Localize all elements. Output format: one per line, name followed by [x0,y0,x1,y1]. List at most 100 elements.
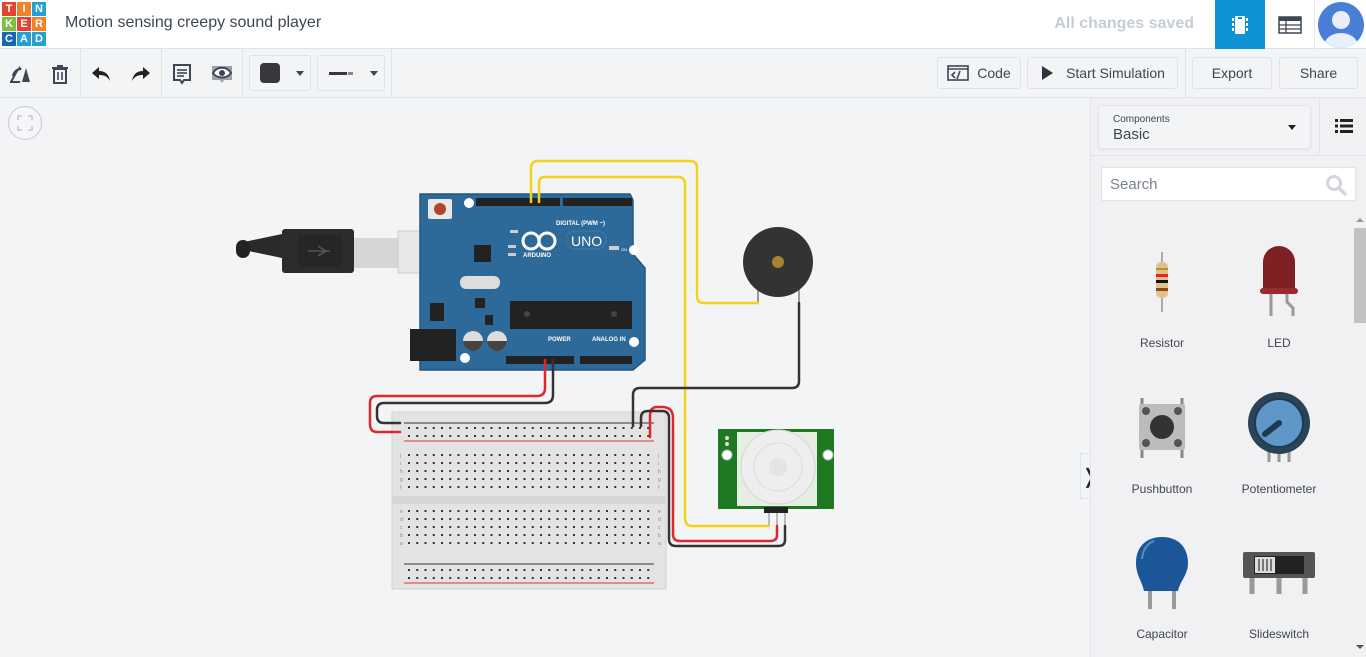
breadboard-hole[interactable] [449,435,452,437]
breadboard-hole[interactable] [556,486,559,488]
breadboard-hole[interactable] [424,542,427,544]
breadboard-hole[interactable] [556,427,559,429]
breadboard-hole[interactable] [540,569,542,571]
breadboard-hole[interactable] [630,542,633,544]
breadboard-hole[interactable] [515,542,518,544]
breadboard-hole[interactable] [531,454,534,456]
breadboard-hole[interactable] [614,510,617,512]
arduino-uno-board[interactable]: DIGITAL (PWM ~) ARDUINO UNO ON POWER ANA… [410,193,646,371]
breadboard-hole[interactable] [647,454,650,456]
breadboard-hole[interactable] [515,470,518,472]
breadboard-hole[interactable] [564,435,567,437]
breadboard-hole[interactable] [408,526,410,528]
circuit-canvas[interactable]: DIGITAL (PWM ~) ARDUINO UNO ON POWER ANA… [0,98,1098,657]
breadboard-hole[interactable] [639,478,641,480]
breadboard-hole[interactable] [573,427,575,429]
breadboard-hole[interactable] [432,526,435,528]
component-search[interactable] [1101,167,1356,201]
breadboard-hole[interactable] [498,462,501,464]
breadboard-hole[interactable] [564,454,567,456]
breadboard-hole[interactable] [548,577,551,579]
breadboard-hole[interactable] [540,486,542,488]
breadboard-hole[interactable] [573,518,575,520]
breadboard-hole[interactable] [556,526,559,528]
breadboard-hole[interactable] [523,454,526,456]
breadboard-hole[interactable] [482,577,485,579]
breadboard-hole[interactable] [540,427,542,429]
breadboard-hole[interactable] [457,577,460,579]
breadboard-hole[interactable] [490,526,493,528]
breadboard-hole[interactable] [548,427,551,429]
breadboard-hole[interactable] [531,526,534,528]
breadboard-hole[interactable] [523,470,526,472]
breadboard-hole[interactable] [630,518,633,520]
breadboard-hole[interactable] [441,577,443,579]
breadboard-hole[interactable] [432,427,435,429]
breadboard-hole[interactable] [408,454,410,456]
breadboard-hole[interactable] [474,470,476,472]
breadboard-hole[interactable] [531,435,534,437]
breadboard-hole[interactable] [523,569,526,571]
breadboard-hole[interactable] [465,510,468,512]
breadboard-hole[interactable] [424,526,427,528]
breadboard-hole[interactable] [416,486,419,488]
breadboard-hole[interactable] [639,454,641,456]
breadboard-hole[interactable] [548,534,551,536]
breadboard-hole[interactable] [490,427,493,429]
breadboard-hole[interactable] [606,510,608,512]
breadboard-hole[interactable] [408,478,410,480]
breadboard-hole[interactable] [507,577,509,579]
breadboard-hole[interactable] [515,478,518,480]
breadboard-hole[interactable] [507,435,509,437]
breadboard-hole[interactable] [589,427,592,429]
breadboard-hole[interactable] [556,518,559,520]
breadboard-hole[interactable] [482,478,485,480]
delete-button[interactable] [47,61,73,87]
breadboard-hole[interactable] [597,486,600,488]
breadboard-hole[interactable] [597,454,600,456]
breadboard-hole[interactable] [474,577,476,579]
breadboard-hole[interactable] [647,470,650,472]
breadboard-hole[interactable] [507,526,509,528]
breadboard-hole[interactable] [606,526,608,528]
breadboard-hole[interactable] [482,470,485,472]
breadboard-hole[interactable] [581,435,584,437]
breadboard-hole[interactable] [523,435,526,437]
breadboard-hole[interactable] [523,462,526,464]
breadboard-hole[interactable] [432,518,435,520]
breadboard-hole[interactable] [639,534,641,536]
breadboard-hole[interactable] [597,427,600,429]
breadboard-hole[interactable] [630,462,633,464]
breadboard-hole[interactable] [622,569,625,571]
breadboard-hole[interactable] [457,454,460,456]
breadboard-hole[interactable] [622,534,625,536]
breadboard-hole[interactable] [639,462,641,464]
breadboard-hole[interactable] [614,435,617,437]
breadboard-hole[interactable] [523,534,526,536]
breadboard-hole[interactable] [441,478,443,480]
breadboard-hole[interactable] [424,518,427,520]
breadboard-hole[interactable] [581,534,584,536]
breadboard-hole[interactable] [498,510,501,512]
breadboard-hole[interactable] [581,569,584,571]
search-input[interactable] [1102,168,1322,200]
breadboard-hole[interactable] [507,542,509,544]
notes-button[interactable] [169,61,195,87]
breadboard-hole[interactable] [449,518,452,520]
breadboard-hole[interactable] [540,462,542,464]
breadboard-hole[interactable] [548,478,551,480]
breadboard-hole[interactable] [597,577,600,579]
breadboard-hole[interactable] [498,435,501,437]
breadboard-hole[interactable] [597,518,600,520]
breadboard-hole[interactable] [490,478,493,480]
breadboard-hole[interactable] [540,510,542,512]
breadboard-hole[interactable] [597,534,600,536]
breadboard-hole[interactable] [441,518,443,520]
components-dropdown[interactable]: Components Basic [1098,105,1311,149]
breadboard-hole[interactable] [647,510,650,512]
breadboard-hole[interactable] [465,478,468,480]
component-pushbutton[interactable]: Pushbutton [1107,378,1217,508]
breadboard-hole[interactable] [556,542,559,544]
breadboard-hole[interactable] [589,454,592,456]
breadboard-hole[interactable] [507,470,509,472]
